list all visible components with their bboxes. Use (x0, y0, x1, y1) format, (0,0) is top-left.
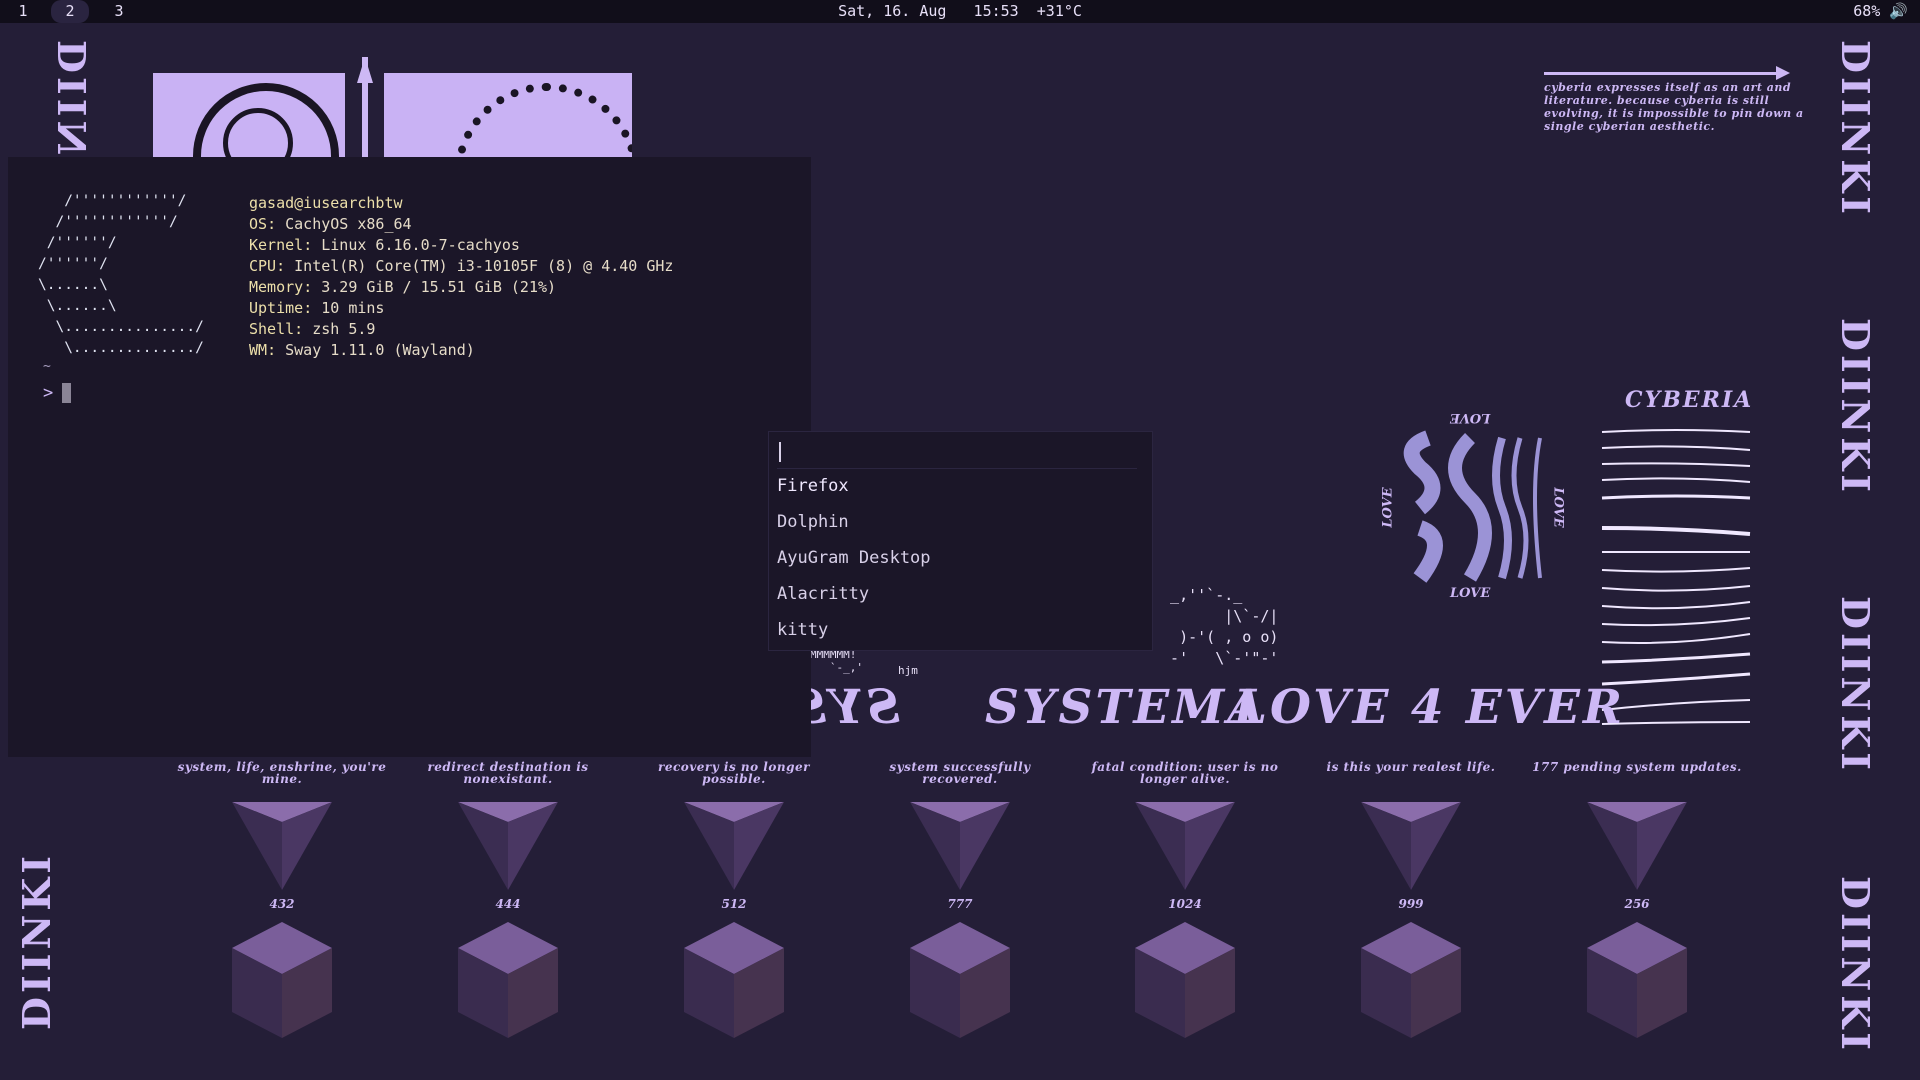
info-row-kernel: Kernel: Linux 6.16.0-7-cachyos (249, 236, 520, 254)
ascii-cat-art: _,''`-._ |\`-/| )-'( , o o) -' \`-'"-' (1170, 586, 1279, 667)
item-number: 1024 (1168, 897, 1202, 911)
banner-systema: SYSTEMA (985, 680, 1267, 735)
love-wave-graphic (1403, 430, 1542, 583)
cube-icon (1135, 922, 1235, 1038)
info-row-wm: WM: Sway 1.11.0 (Wayland) (249, 341, 475, 359)
side-text-right-2: DIINKI (1833, 318, 1878, 497)
info-value: 3.29 GiB / 15.51 GiB (21%) (321, 278, 557, 296)
launcher-item-firefox[interactable]: Firefox (777, 476, 849, 496)
info-label: WM (249, 341, 268, 359)
cachyos-ascii-logo: /''''''''''''/ /''''''''''''/ /''''''/ /… (38, 193, 204, 356)
info-label: Kernel (249, 236, 304, 254)
item-caption: is this your realest life. (1326, 760, 1496, 774)
info-value: zsh 5.9 (312, 320, 376, 338)
clock: Sat, 16. Aug 15:53 +31°C (838, 2, 1082, 20)
love-label-right: LOVE (1550, 487, 1566, 528)
cube-icon (684, 922, 784, 1038)
info-label: Memory (249, 278, 304, 296)
info-row-os: OS: CachyOS x86_64 (249, 215, 412, 233)
pyramid-icon (684, 802, 784, 890)
info-label: CPU (249, 257, 277, 275)
item-caption: fatal condition: user is no longer alive… (1091, 760, 1279, 786)
info-row-shell: Shell: zsh 5.9 (249, 320, 376, 338)
pyramid-icon (1361, 802, 1461, 890)
item-caption: system, life, enshrine, you're mine. (177, 760, 387, 786)
item-caption: redirect destination is nonexistant. (427, 760, 589, 786)
pyramid-icon (458, 802, 558, 890)
cyberia-title: CYBERIA (1625, 387, 1754, 413)
pyramid-icon (1135, 802, 1235, 890)
launcher-item-kitty[interactable]: kitty (777, 620, 828, 640)
love-label-left: LOVE (1380, 487, 1396, 528)
shell-prompt: > (43, 383, 54, 403)
info-label: OS (249, 215, 268, 233)
info-value: Intel(R) Core(TM) i3-10105F (8) @ 4.40 G… (294, 257, 674, 275)
info-value: Sway 1.11.0 (Wayland) (285, 341, 475, 359)
system-status[interactable]: 68% 🔊 (1853, 0, 1908, 23)
terminal-cursor[interactable] (62, 383, 71, 403)
item-number: 432 (269, 897, 295, 911)
item-number: 777 (947, 897, 973, 911)
love-label-top: LOVE (1450, 410, 1491, 425)
pyramid-icon (1587, 802, 1687, 890)
item-caption: 177 pending system updates. (1532, 760, 1742, 774)
launcher-item-alacritty[interactable]: Alacritty (777, 584, 869, 604)
item-number: 444 (495, 897, 521, 911)
item-caption: system successfully recovered. (889, 760, 1031, 786)
side-text-bottom-left: DIINKI (14, 851, 59, 1030)
cyberia-quote: cyberia expresses itself as an art and l… (1544, 81, 1804, 133)
app-launcher[interactable]: Firefox Dolphin AyuGram Desktop Alacritt… (768, 431, 1153, 651)
user-host: gasad@iusearchbtw (249, 194, 403, 212)
info-row-memory: Memory: 3.29 GiB / 15.51 GiB (21%) (249, 278, 557, 296)
banner-love-4-ever: LOVE 4 EVER (1234, 680, 1626, 735)
pyramid-icon (232, 802, 332, 890)
cube-icon (458, 922, 558, 1038)
cube-icon (1361, 922, 1461, 1038)
info-label: Uptime (249, 299, 304, 317)
info-value: Linux 6.16.0-7-cachyos (321, 236, 520, 254)
item-number: 999 (1398, 897, 1424, 911)
cube-icon (232, 922, 332, 1038)
arrow-decoration (1544, 66, 1790, 80)
cube-icon (1587, 922, 1687, 1038)
fastfetch-output: gasad@iusearchbtw OS: CachyOS x86_64 Ker… (249, 193, 673, 361)
item-caption: recovery is no longer possible. (658, 760, 810, 786)
pixel-art-image-left (153, 73, 345, 157)
item-number: 256 (1624, 897, 1650, 911)
launcher-search-input[interactable] (777, 440, 1137, 469)
launcher-item-ayugram[interactable]: AyuGram Desktop (777, 548, 931, 568)
info-row-uptime: Uptime: 10 mins (249, 299, 385, 317)
side-text-right-4: DIINKI (1833, 876, 1878, 1055)
ascii-signature: hjm (898, 664, 918, 677)
spike-shaft (362, 57, 368, 157)
pyramid-icon (910, 802, 1010, 890)
info-value: 10 mins (321, 299, 385, 317)
top-bar: 1 2 3 Sat, 16. Aug 15:53 +31°C 68% 🔊 (0, 0, 1920, 23)
info-value: CachyOS x86_64 (285, 215, 412, 233)
info-label: Shell (249, 320, 295, 338)
terminal-window[interactable]: /''''''''''''/ /''''''''''''/ /''''''/ /… (8, 157, 811, 757)
ascii-art-fragment: MMMMMM! `-_,' (810, 648, 863, 674)
side-text-right-1: DIINKI (1833, 40, 1878, 219)
launcher-item-dolphin[interactable]: Dolphin (777, 512, 849, 532)
info-row-cpu: CPU: Intel(R) Core(TM) i3-10105F (8) @ 4… (249, 257, 674, 275)
launcher-caret (779, 442, 781, 462)
side-text-right-3: DIINKI (1833, 596, 1878, 775)
pixel-art-image-right (384, 73, 632, 157)
cwd-indicator: ~ (43, 359, 51, 374)
item-number: 512 (721, 897, 747, 911)
love-label-bottom: LOVE (1450, 586, 1491, 601)
cube-icon (910, 922, 1010, 1038)
